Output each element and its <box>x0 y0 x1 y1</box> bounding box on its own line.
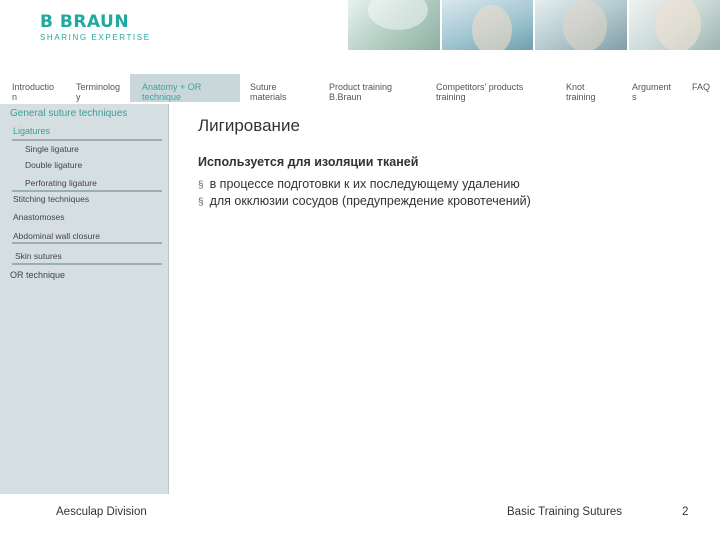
header-photo-surgeon-mask <box>535 0 627 50</box>
bullet-mark: § <box>198 197 204 208</box>
nav-suture-materials[interactable]: Suture materials <box>250 74 310 102</box>
header-photo-nurse <box>628 0 720 50</box>
header-photo-strip <box>348 0 720 50</box>
footer-division: Aesculap Division <box>56 506 147 518</box>
logo-tagline: SHARING EXPERTISE <box>40 33 151 42</box>
sidebar-divider <box>12 139 162 141</box>
sidebar-divider <box>12 242 162 244</box>
footer: Aesculap Division Basic Training Sutures… <box>0 494 720 540</box>
content-subtitle: Используется для изоляции тканей <box>198 155 419 169</box>
sidebar-item-single-ligature[interactable]: Single ligature <box>25 144 79 154</box>
bbraun-logo: B BRAUN SHARING EXPERTISE <box>40 12 151 42</box>
footer-course-title: Basic Training Sutures <box>507 506 623 518</box>
nav-terminology[interactable]: Terminolog y <box>76 74 130 102</box>
nav-competitors-training[interactable]: Competitors' products training <box>436 74 546 102</box>
list-item: § для окклюзии сосудов (предупреждение кр… <box>198 194 531 208</box>
sidebar-section-title: General suture techniques <box>10 108 128 119</box>
nav-anatomy-or-technique[interactable]: Anatomy + OR technique <box>130 74 240 102</box>
list-item: § в процессе подготовки к их последующему… <box>198 177 520 191</box>
page-title: Лигирование <box>198 116 300 135</box>
sidebar-item-stitching-techniques[interactable]: Stitching techniques <box>13 194 89 204</box>
header-photo-hands <box>348 0 440 50</box>
logo-brand: B BRAUN <box>40 12 130 32</box>
top-nav: Introductio n Terminolog y Anatomy + OR … <box>0 74 720 102</box>
sidebar-item-double-ligature[interactable]: Double ligature <box>25 160 82 170</box>
page-number: 2 <box>682 506 689 518</box>
sidebar-item-ligatures[interactable]: Ligatures <box>13 126 50 136</box>
bullet-mark: § <box>198 180 204 191</box>
header-photo-surgeon <box>441 0 533 50</box>
nav-faq[interactable]: FAQ <box>692 74 716 102</box>
sidebar-divider <box>12 263 162 265</box>
nav-arguments[interactable]: Argument s <box>632 74 678 102</box>
sidebar: General suture techniques Ligatures Sing… <box>0 104 169 494</box>
nav-product-training[interactable]: Product training B.Braun <box>329 74 419 102</box>
sidebar-divider <box>12 190 162 192</box>
sidebar-item-anastomoses[interactable]: Anastomoses <box>13 212 65 222</box>
content-bullet-list: § в процессе подготовки к их последующему… <box>198 177 531 211</box>
sidebar-item-skin-sutures[interactable]: Skin sutures <box>15 251 62 261</box>
nav-introduction[interactable]: Introductio n <box>12 74 68 102</box>
nav-knot-training[interactable]: Knot training <box>566 74 616 102</box>
sidebar-item-abdominal-wall-closure[interactable]: Abdominal wall closure <box>13 231 100 241</box>
sidebar-item-perforating-ligature[interactable]: Perforating ligature <box>25 178 97 188</box>
sidebar-item-or-technique[interactable]: OR technique <box>10 270 65 280</box>
